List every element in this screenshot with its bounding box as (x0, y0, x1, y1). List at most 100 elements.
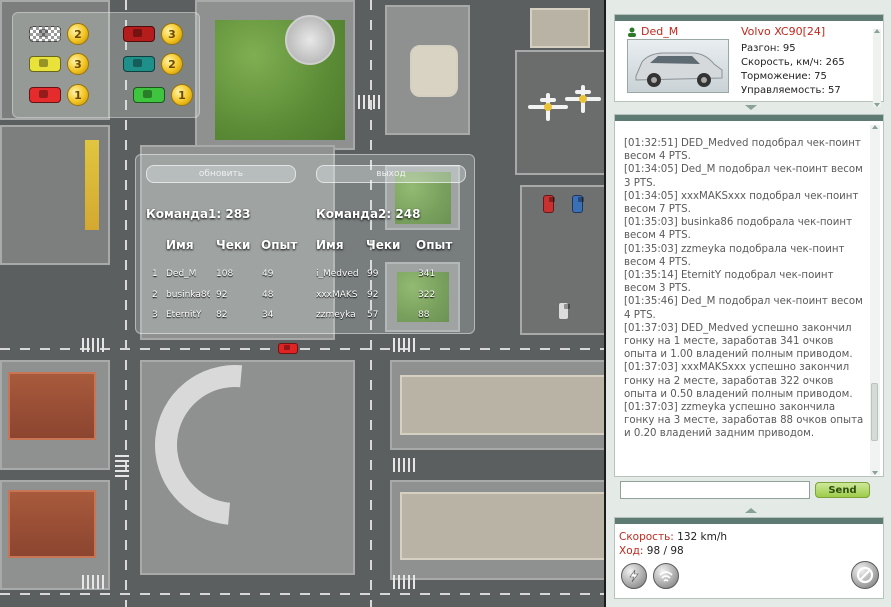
scroll-down-icon[interactable] (874, 103, 880, 107)
stop-button[interactable] (851, 561, 879, 589)
scroll-up-icon[interactable] (872, 125, 878, 129)
plane-icon (565, 85, 601, 113)
car-icon (29, 56, 61, 72)
car-icon (29, 87, 61, 103)
row-number: 3 (152, 310, 158, 320)
signal-icon (659, 571, 673, 582)
chat-messages: [01:32:51] DED_Medved подобрал чек-поинт… (624, 137, 864, 441)
stat-braking: Торможение: 75 (741, 71, 827, 82)
player-name-cell: i_Medved (316, 269, 359, 279)
brick-building (8, 490, 96, 558)
car-icon (29, 26, 61, 42)
nitro-button[interactable] (621, 563, 647, 589)
race-car (278, 343, 298, 354)
crosswalk (82, 575, 104, 589)
car-icon (123, 56, 155, 72)
collapse-arrow-icon[interactable] (745, 105, 757, 110)
status-panel: Скорость: 132 km/h Ход: 98 / 98 (614, 517, 884, 599)
opyt-cell: 48 (262, 290, 274, 300)
col-header-name2: Имя (316, 238, 344, 252)
exit-button[interactable]: выход (316, 165, 466, 183)
user-icon (628, 27, 636, 37)
team1-value: 283 (225, 207, 251, 221)
scroll-down-icon[interactable] (872, 471, 878, 475)
opyt-cell: 341 (418, 269, 436, 279)
scroll-thumb[interactable] (871, 383, 878, 441)
crosswalk (393, 458, 415, 472)
crosswalk (115, 455, 129, 477)
signal-button[interactable] (653, 563, 679, 589)
player-name-cell: businka86 (166, 290, 210, 300)
collapse-arrow-icon[interactable] (745, 508, 757, 513)
car-icon (133, 87, 165, 103)
crosswalk (393, 338, 415, 352)
stat-handling: Управляемость: 57 (741, 85, 841, 96)
chat-message: [01:35:14] EternitY подобрал чек-поинт в… (624, 270, 834, 295)
parked-car (572, 195, 584, 213)
flowerbed (85, 140, 99, 230)
legend-item: 1 (29, 84, 89, 106)
moves-readout: Ход: 98 / 98 (619, 545, 684, 557)
col-header-name1: Имя (166, 238, 194, 252)
car-name: Volvo XC90[24] (741, 25, 826, 38)
stat-top-speed: Скорость, км/ч: 265 (741, 57, 845, 68)
col-header-cheki2: Чеки (366, 238, 401, 252)
place-badge: 1 (171, 84, 193, 106)
player-card: Ded_M Volvo XC90[24] Разгон: 95 Скорость… (614, 14, 884, 107)
team1-score: Команда1: 283 (146, 207, 250, 221)
chat-message: [01:37:03] zzmeyka успешно закончила гон… (624, 402, 864, 440)
crosswalk (393, 575, 415, 589)
place-badge: 2 (67, 23, 89, 45)
lane-marking (0, 593, 604, 595)
opyt-cell: 322 (418, 290, 436, 300)
card-scrollbar[interactable] (873, 29, 881, 107)
stat-acceleration: Разгон: 95 (741, 43, 796, 54)
game-map[interactable]: 2 3 3 2 1 1 обновить выход Команда1: 283… (0, 0, 606, 607)
col-header-opyt2: Опыт (416, 238, 453, 252)
speed-readout: Скорость: 132 km/h (619, 531, 727, 543)
chat-message: [01:37:03] xxxMAKSxxx успешно закончил г… (624, 362, 853, 400)
team2-value: 248 (395, 207, 421, 221)
building (400, 375, 604, 435)
chat-input[interactable] (620, 481, 810, 499)
no-entry-icon (856, 566, 874, 584)
place-badge: 3 (161, 23, 183, 45)
player-name-cell: Ded_M (166, 269, 197, 279)
cheki-cell: 57 (367, 310, 379, 320)
player-name: Ded_M (641, 25, 679, 38)
opyt-cell: 34 (262, 310, 274, 320)
chat-log: [01:32:51] DED_Medved подобрал чек-поинт… (614, 114, 884, 477)
team1-label: Команда1: (146, 207, 222, 221)
scroll-up-icon[interactable] (874, 29, 880, 33)
panel-header-bar (615, 15, 883, 21)
panel-header-bar (615, 518, 883, 524)
refresh-button[interactable]: обновить (146, 165, 296, 183)
place-badge: 2 (161, 53, 183, 75)
chat-message: [01:35:03] zzmeyka подобрала чек-поинт в… (624, 243, 845, 268)
row-number: 1 (152, 269, 158, 279)
lightning-icon (629, 569, 639, 583)
chat-message: [01:37:03] DED_Medved успешно закончил г… (624, 322, 853, 361)
moves-label: Ход: (619, 545, 644, 557)
plane-icon (528, 92, 568, 122)
team2-label: Команда2: (316, 207, 392, 221)
chat-message: [01:32:51] DED_Medved подобрал чек-поинт… (624, 138, 861, 163)
car-icon (123, 26, 155, 42)
cheki-cell: 99 (367, 269, 379, 279)
player-name-cell: zzmeyka (316, 310, 356, 320)
speed-label: Скорость: (619, 531, 674, 543)
opyt-cell: 49 (262, 269, 274, 279)
team2-score: Команда2: 248 (316, 207, 420, 221)
send-button[interactable]: Send (815, 482, 870, 498)
round-building (285, 15, 335, 65)
side-panel: Ded_M Volvo XC90[24] Разгон: 95 Скорость… (606, 0, 891, 607)
row-number: 2 (152, 290, 158, 300)
player-legend: 2 3 3 2 1 1 (12, 12, 200, 118)
legend-item: 2 (29, 23, 89, 45)
chat-scrollbar[interactable] (870, 125, 880, 475)
building (400, 492, 604, 560)
cheki-cell: 108 (216, 269, 234, 279)
brick-building (8, 372, 96, 440)
player-name-cell: xxxMAKS (316, 290, 358, 300)
speed-value: 132 km/h (677, 531, 728, 543)
